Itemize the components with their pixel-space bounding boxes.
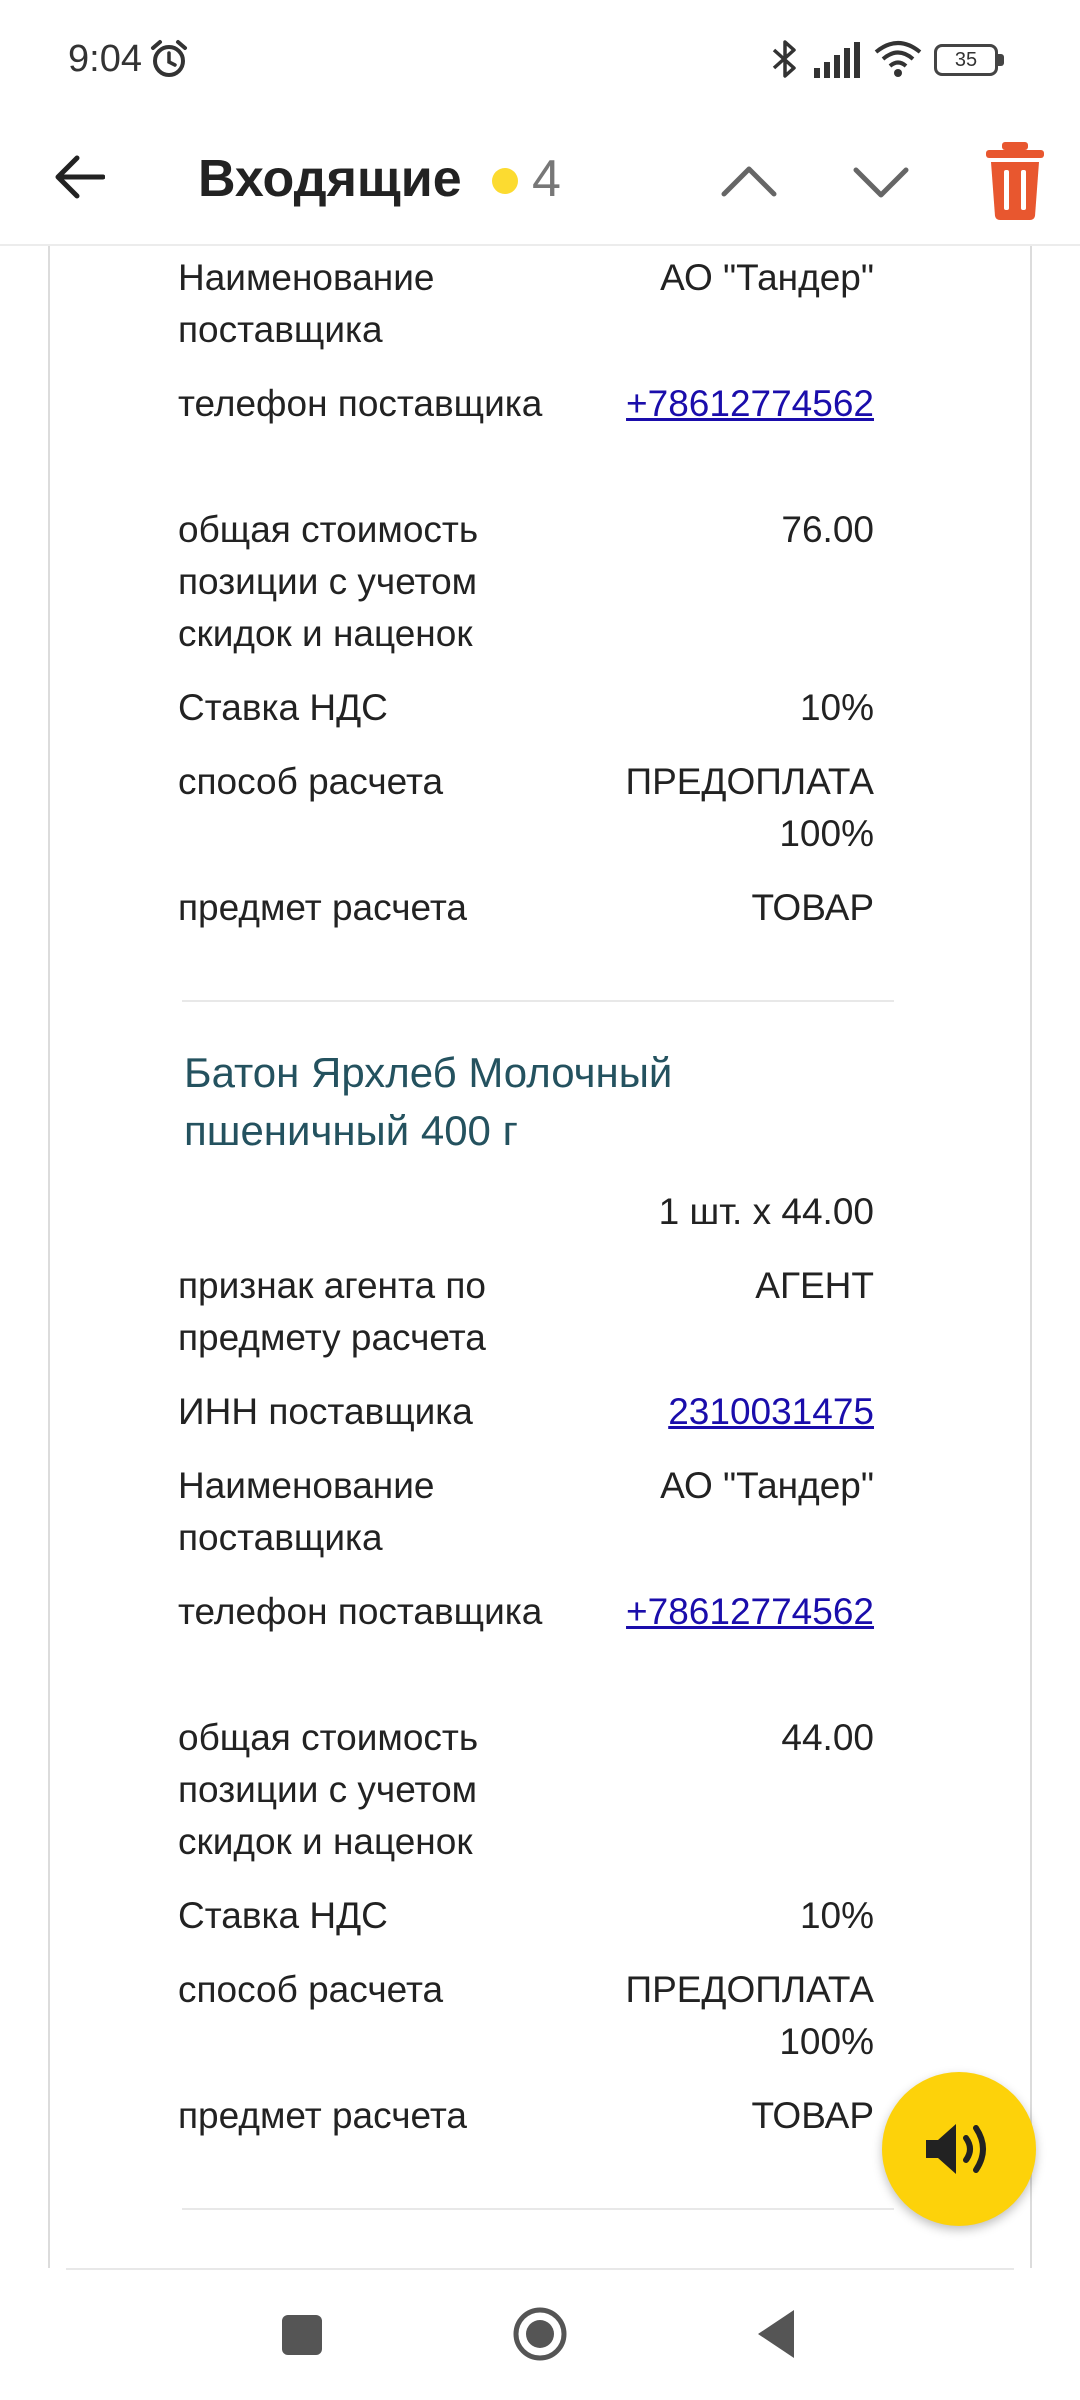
supplier-phone-link[interactable]: +78612774562 bbox=[494, 378, 874, 430]
field-value: АО "Тандер" bbox=[660, 1465, 874, 1506]
field-value: ТОВАР bbox=[751, 2095, 874, 2136]
field-value: ПРЕДОПЛАТА 100% bbox=[625, 1969, 874, 2062]
bluetooth-icon bbox=[772, 40, 796, 78]
unread-dot-icon bbox=[492, 168, 518, 194]
supplier-inn-link[interactable]: 2310031475 bbox=[494, 1386, 874, 1438]
home-button[interactable] bbox=[512, 2306, 568, 2362]
delete-button[interactable] bbox=[980, 138, 1050, 222]
item-quantity: 1 шт. x 44.00 bbox=[658, 1191, 874, 1232]
field-label: способ расчета bbox=[178, 761, 444, 802]
field-value: 10% bbox=[799, 1895, 874, 1936]
field-label: способ расчета bbox=[178, 1969, 444, 2010]
speaker-icon bbox=[926, 2124, 986, 2174]
message-body[interactable]: Наименование поставщика АО "Тандер" теле… bbox=[0, 246, 1080, 2268]
supplier-phone-link[interactable]: +78612774562 bbox=[494, 1586, 874, 1638]
trash-icon bbox=[986, 142, 1044, 220]
status-time: 9:04 bbox=[68, 38, 142, 80]
field-value: 76.00 bbox=[781, 509, 874, 550]
battery-level: 35 bbox=[954, 49, 978, 71]
system-back-button[interactable] bbox=[756, 2308, 796, 2360]
recents-button[interactable] bbox=[282, 2315, 322, 2355]
status-bar: 9:04 35 bbox=[0, 0, 1080, 118]
unread-count: 4 bbox=[532, 150, 561, 208]
field-value: ПРЕДОПЛАТА 100% bbox=[625, 761, 874, 854]
arrow-left-icon bbox=[55, 155, 105, 199]
item-title: Батон Ярхлеб Молочный пшеничный 400 г bbox=[184, 1049, 673, 1154]
field-value: ТОВАР bbox=[751, 887, 874, 928]
folder-title: Входящие bbox=[198, 150, 462, 208]
wifi-icon bbox=[874, 41, 922, 77]
previous-message-button[interactable] bbox=[716, 148, 782, 214]
next-item-title: Изюм Ярмарка Отборный bbox=[184, 2256, 874, 2268]
field-value: АГЕНТ bbox=[755, 1265, 874, 1306]
next-message-button[interactable] bbox=[848, 148, 914, 214]
field-value: 44.00 bbox=[781, 1717, 874, 1758]
battery-indicator: 35 bbox=[934, 44, 1006, 76]
alarm-icon bbox=[151, 40, 187, 77]
field-value: АО "Тандер" bbox=[660, 257, 874, 298]
item-divider bbox=[182, 1000, 894, 1002]
signal-icon bbox=[814, 42, 860, 78]
app-header: Входящие 4 bbox=[0, 118, 1080, 246]
read-aloud-button[interactable] bbox=[882, 2072, 1036, 2226]
field-value: 10% bbox=[799, 687, 874, 728]
back-button[interactable] bbox=[44, 142, 114, 212]
item-divider bbox=[182, 2208, 894, 2210]
